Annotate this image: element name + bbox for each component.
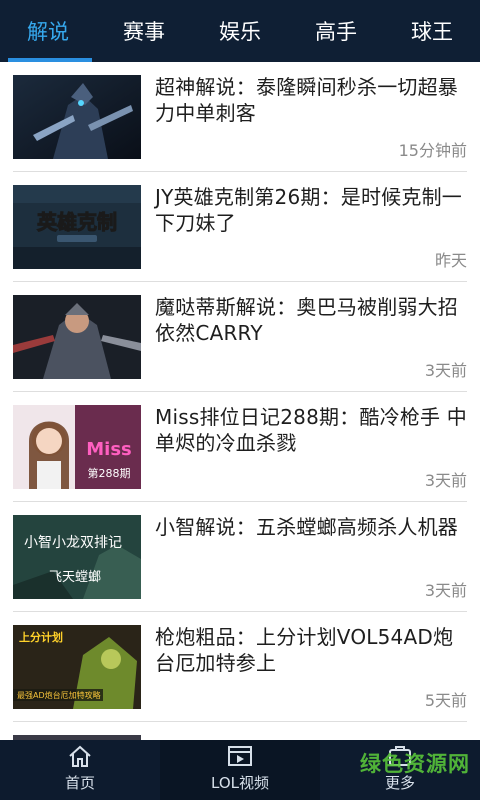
video-title[interactable]: 超神解说：泰隆瞬间秒杀一切超暴力中单刺客 bbox=[155, 74, 467, 126]
thumbnail-subcaption: 最强AD炮台厄加特攻略 bbox=[17, 690, 101, 700]
video-thumbnail[interactable]: 英雄克制 bbox=[13, 185, 141, 269]
video-title[interactable]: Miss排位日记288期：酷冷枪手 中单烬的冷血杀戮 bbox=[155, 404, 467, 456]
video-list[interactable]: 超神解说：泰隆瞬间秒杀一切超暴力中单刺客 15分钟前 英雄克制 JY英雄克制第2… bbox=[0, 62, 480, 740]
nav-lol-video[interactable]: LOL视频 bbox=[160, 740, 320, 800]
video-list-item[interactable]: 魔哒蒂斯解说：奥巴马被削弱大招依然CARRY 3天前 bbox=[13, 282, 467, 392]
tab-yule[interactable]: 娱乐 bbox=[192, 0, 288, 62]
video-time: 3天前 bbox=[424, 471, 467, 490]
thumbnail-subcaption: 飞天螳螂 bbox=[49, 570, 101, 585]
tab-saishi[interactable]: 赛事 bbox=[96, 0, 192, 62]
nav-home[interactable]: 首页 bbox=[0, 740, 160, 800]
tab-qiuwang[interactable]: 球王 bbox=[384, 0, 480, 62]
thumbnail-caption: Miss bbox=[86, 439, 132, 460]
bottom-nav: 首页 LOL视频 更多 绿色资源网 bbox=[0, 740, 480, 800]
video-list-item[interactable]: 英雄克制 JY英雄克制第26期：是时候克制一下刀妹了 昨天 bbox=[13, 172, 467, 282]
video-thumbnail[interactable]: Miss 第288期 bbox=[13, 405, 141, 489]
video-list-item[interactable]: 超神解说：泰隆瞬间秒杀一切超暴力中单刺客 15分钟前 bbox=[13, 62, 467, 172]
video-time: 3天前 bbox=[424, 361, 467, 380]
top-tab-bar: 解说 赛事 娱乐 高手 球王 bbox=[0, 0, 480, 62]
video-icon bbox=[228, 746, 252, 766]
nav-lol-video-label: LOL视频 bbox=[211, 774, 269, 792]
video-list-item[interactable] bbox=[13, 722, 467, 740]
home-icon bbox=[69, 745, 91, 767]
nav-more[interactable]: 更多 绿色资源网 bbox=[320, 740, 480, 800]
video-list-item[interactable]: 上分计划 最强AD炮台厄加特攻略 枪炮粗品：上分计划VOL54AD炮台厄加特参上… bbox=[13, 612, 467, 722]
video-list-item[interactable]: 小智小龙双排记 飞天螳螂 小智解说：五杀螳螂高频杀人机器 3天前 bbox=[13, 502, 467, 612]
video-title[interactable]: 魔哒蒂斯解说：奥巴马被削弱大招依然CARRY bbox=[155, 294, 467, 346]
video-title[interactable]: JY英雄克制第26期：是时候克制一下刀妹了 bbox=[155, 184, 467, 236]
video-title[interactable]: 小智解说：五杀螳螂高频杀人机器 bbox=[155, 514, 467, 540]
video-list-item[interactable]: Miss 第288期 Miss排位日记288期：酷冷枪手 中单烬的冷血杀戮 3天… bbox=[13, 392, 467, 502]
watermark-text: 绿色资源网 bbox=[360, 752, 470, 776]
video-thumbnail[interactable] bbox=[13, 75, 141, 159]
thumbnail-caption: 英雄克制 bbox=[37, 210, 117, 234]
video-thumbnail[interactable]: 上分计划 最强AD炮台厄加特攻略 bbox=[13, 625, 141, 709]
video-title[interactable]: 枪炮粗品：上分计划VOL54AD炮台厄加特参上 bbox=[155, 624, 467, 676]
thumbnail-caption: 小智小龙双排记 bbox=[24, 535, 122, 551]
nav-home-label: 首页 bbox=[64, 774, 95, 792]
video-thumbnail[interactable]: 小智小龙双排记 飞天螳螂 bbox=[13, 515, 141, 599]
video-time: 昨天 bbox=[434, 251, 467, 270]
thumbnail-caption: 上分计划 bbox=[19, 630, 63, 644]
video-time: 3天前 bbox=[424, 581, 467, 600]
video-thumbnail[interactable] bbox=[13, 295, 141, 379]
tab-jieshuo[interactable]: 解说 bbox=[0, 0, 96, 62]
video-time: 15分钟前 bbox=[398, 141, 467, 160]
tab-gaoshou[interactable]: 高手 bbox=[288, 0, 384, 62]
video-time: 5天前 bbox=[424, 691, 467, 710]
thumbnail-subcaption: 第288期 bbox=[88, 466, 131, 480]
